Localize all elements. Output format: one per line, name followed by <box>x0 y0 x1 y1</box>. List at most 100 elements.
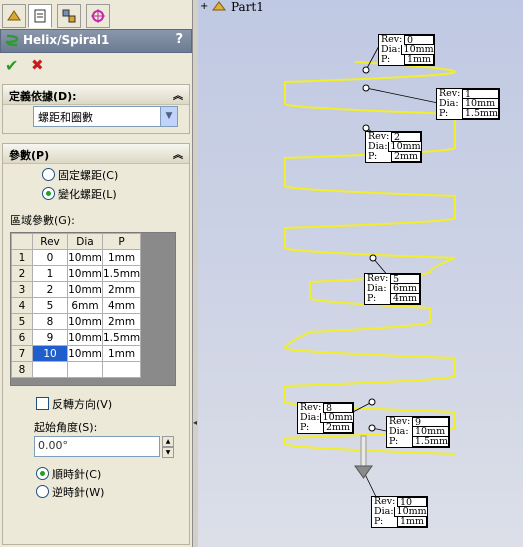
table-row[interactable]: 1 0 10mm 1mm <box>11 249 142 266</box>
table-row[interactable]: 3 2 10mm 2mm <box>11 281 142 298</box>
callout-key: P: <box>300 422 310 433</box>
callout-value: 4mm <box>390 294 420 304</box>
callout-row: P: 1mm <box>372 517 427 527</box>
cell-rev[interactable]: 8 <box>32 313 68 330</box>
tab-configuration-manager[interactable] <box>57 4 81 28</box>
cell-dia[interactable]: 10mm <box>67 249 103 266</box>
chevron-down-icon: ▼ <box>160 107 177 126</box>
direction-arrow-shaft[interactable] <box>360 435 367 471</box>
collapse-arrow-icon[interactable]: ◂ <box>193 418 197 427</box>
crosshair-icon <box>91 9 105 23</box>
cell-rev[interactable]: 2 <box>32 281 68 298</box>
pitch-callout[interactable]: Rev: 9 Dia: 10mm P: 1.5mm <box>386 416 450 448</box>
callout-row: P: 1.5mm <box>437 109 499 119</box>
clockwise-radio[interactable] <box>36 467 49 480</box>
column-header-rev[interactable]: Rev <box>32 233 68 250</box>
table-row[interactable]: 8 <box>11 361 142 378</box>
cell-rev[interactable]: 5 <box>32 297 68 314</box>
pitch-callout[interactable]: Rev: 10 Dia: 10mm P: 1mm <box>371 496 428 528</box>
tab-feature-manager[interactable] <box>2 4 26 28</box>
callout-value: 1.5mm <box>461 109 499 119</box>
row-number: 6 <box>11 329 33 346</box>
parameters-header[interactable]: 參數(P) ︽ <box>3 144 189 164</box>
table-header-row: Rev Dia P <box>11 233 142 250</box>
tab-dimxpert-manager[interactable] <box>86 4 110 28</box>
cell-dia[interactable]: 10mm <box>67 313 103 330</box>
pitch-callout[interactable]: Rev: 2 Dia: 10mm P: 2mm <box>365 131 422 163</box>
direction-arrow-icon[interactable] <box>354 465 373 479</box>
define-by-header[interactable]: 定義依據(D): ︽ <box>3 85 189 105</box>
variable-pitch-label: 變化螺距(L) <box>58 188 117 201</box>
helix-node[interactable] <box>368 398 376 406</box>
callout-leader-line <box>365 87 439 104</box>
column-header-p[interactable]: P <box>101 233 142 250</box>
cell-rev[interactable]: 9 <box>32 329 68 346</box>
table-row[interactable]: 4 5 6mm 4mm <box>11 297 142 314</box>
variable-pitch-radio[interactable] <box>42 187 55 200</box>
helix-node[interactable] <box>362 84 370 92</box>
table-row[interactable]: 6 9 10mm 1.5mm <box>11 329 142 346</box>
table-row[interactable]: 7 10 10mm 1mm <box>11 345 142 362</box>
reverse-direction-checkbox[interactable] <box>36 397 49 410</box>
cell-p[interactable]: 1.5mm <box>101 265 142 282</box>
table-row[interactable]: 2 1 10mm 1.5mm <box>11 265 142 282</box>
constant-pitch-radio[interactable] <box>42 168 55 181</box>
callout-value: 1mm <box>397 517 427 527</box>
cell-p[interactable] <box>101 361 142 378</box>
cell-p[interactable]: 1mm <box>101 345 142 362</box>
cell-rev[interactable] <box>32 361 68 378</box>
callout-key: P: <box>374 516 384 527</box>
spin-down-icon[interactable]: ▼ <box>162 447 174 458</box>
cell-p[interactable]: 4mm <box>101 297 142 314</box>
callout-row: P: 2mm <box>298 423 353 433</box>
help-button[interactable]: ? <box>175 32 183 47</box>
pitch-callout[interactable]: Rev: 1 Dia: 10mm P: 1.5mm <box>436 88 500 120</box>
cell-p[interactable]: 1mm <box>101 249 142 266</box>
callout-row: P: 2mm <box>366 152 421 162</box>
callout-row: P: 4mm <box>365 294 420 304</box>
define-by-label: 定義依據(D): <box>9 90 77 103</box>
callout-key: P: <box>381 54 391 65</box>
property-manager-panel: Helix/Spiral1 ? ✔ ✖ 定義依據(D): ︽ 螺距和圈數 ▼ 參… <box>0 0 193 547</box>
spin-up-icon[interactable]: ▲ <box>162 436 174 447</box>
start-angle-spinner[interactable]: ▲ ▼ <box>162 436 174 458</box>
cell-dia[interactable]: 10mm <box>67 265 103 282</box>
cancel-button[interactable]: ✖ <box>31 56 44 74</box>
cell-p[interactable]: 2mm <box>101 281 142 298</box>
pitch-callout[interactable]: Rev: 8 Dia: 10mm P: 2mm <box>297 402 354 434</box>
collapse-icon: ︽ <box>173 91 183 102</box>
helix-curve[interactable] <box>198 0 523 547</box>
callout-value: 1mm <box>404 55 434 65</box>
tab-property-manager[interactable] <box>28 4 52 28</box>
ok-button[interactable]: ✔ <box>5 56 18 75</box>
callout-key: P: <box>368 151 378 162</box>
table-row[interactable]: 5 8 10mm 2mm <box>11 313 142 330</box>
column-header-dia[interactable]: Dia <box>67 233 103 250</box>
helix-node[interactable] <box>369 254 377 262</box>
helix-node[interactable] <box>362 66 370 74</box>
cell-dia[interactable]: 10mm <box>67 329 103 346</box>
cell-p[interactable]: 2mm <box>101 313 142 330</box>
callout-value: 2mm <box>323 423 353 433</box>
cell-dia[interactable]: 10mm <box>67 345 103 362</box>
manager-tabs <box>0 0 192 29</box>
row-number: 5 <box>11 313 33 330</box>
helix-node[interactable] <box>368 424 376 432</box>
pitch-callout[interactable]: Rev: 5 Dia: 6mm P: 4mm <box>364 273 421 305</box>
constant-pitch-label: 固定螺距(C) <box>58 169 119 182</box>
cell-dia[interactable]: 10mm <box>67 281 103 298</box>
graphics-area[interactable]: + Part1 Rev: 0 Dia: 10mm P: 1mm Rev: 1 Dia: 10mm P… <box>198 0 523 547</box>
define-by-select[interactable]: 螺距和圈數 ▼ <box>33 106 178 127</box>
start-angle-input[interactable]: 0.00° <box>34 436 160 457</box>
cell-dia[interactable]: 6mm <box>67 297 103 314</box>
cell-dia[interactable] <box>67 361 103 378</box>
cell-p[interactable]: 1.5mm <box>101 329 142 346</box>
pitch-callout[interactable]: Rev: 0 Dia: 10mm P: 1mm <box>378 34 435 66</box>
row-number: 8 <box>11 361 33 378</box>
counterclockwise-radio[interactable] <box>36 485 49 498</box>
cell-rev[interactable]: 10 <box>32 345 68 362</box>
cell-rev[interactable]: 1 <box>32 265 68 282</box>
cell-rev[interactable]: 0 <box>32 249 68 266</box>
reverse-direction-label: 反轉方向(V) <box>52 398 113 411</box>
callout-key: P: <box>367 293 377 304</box>
